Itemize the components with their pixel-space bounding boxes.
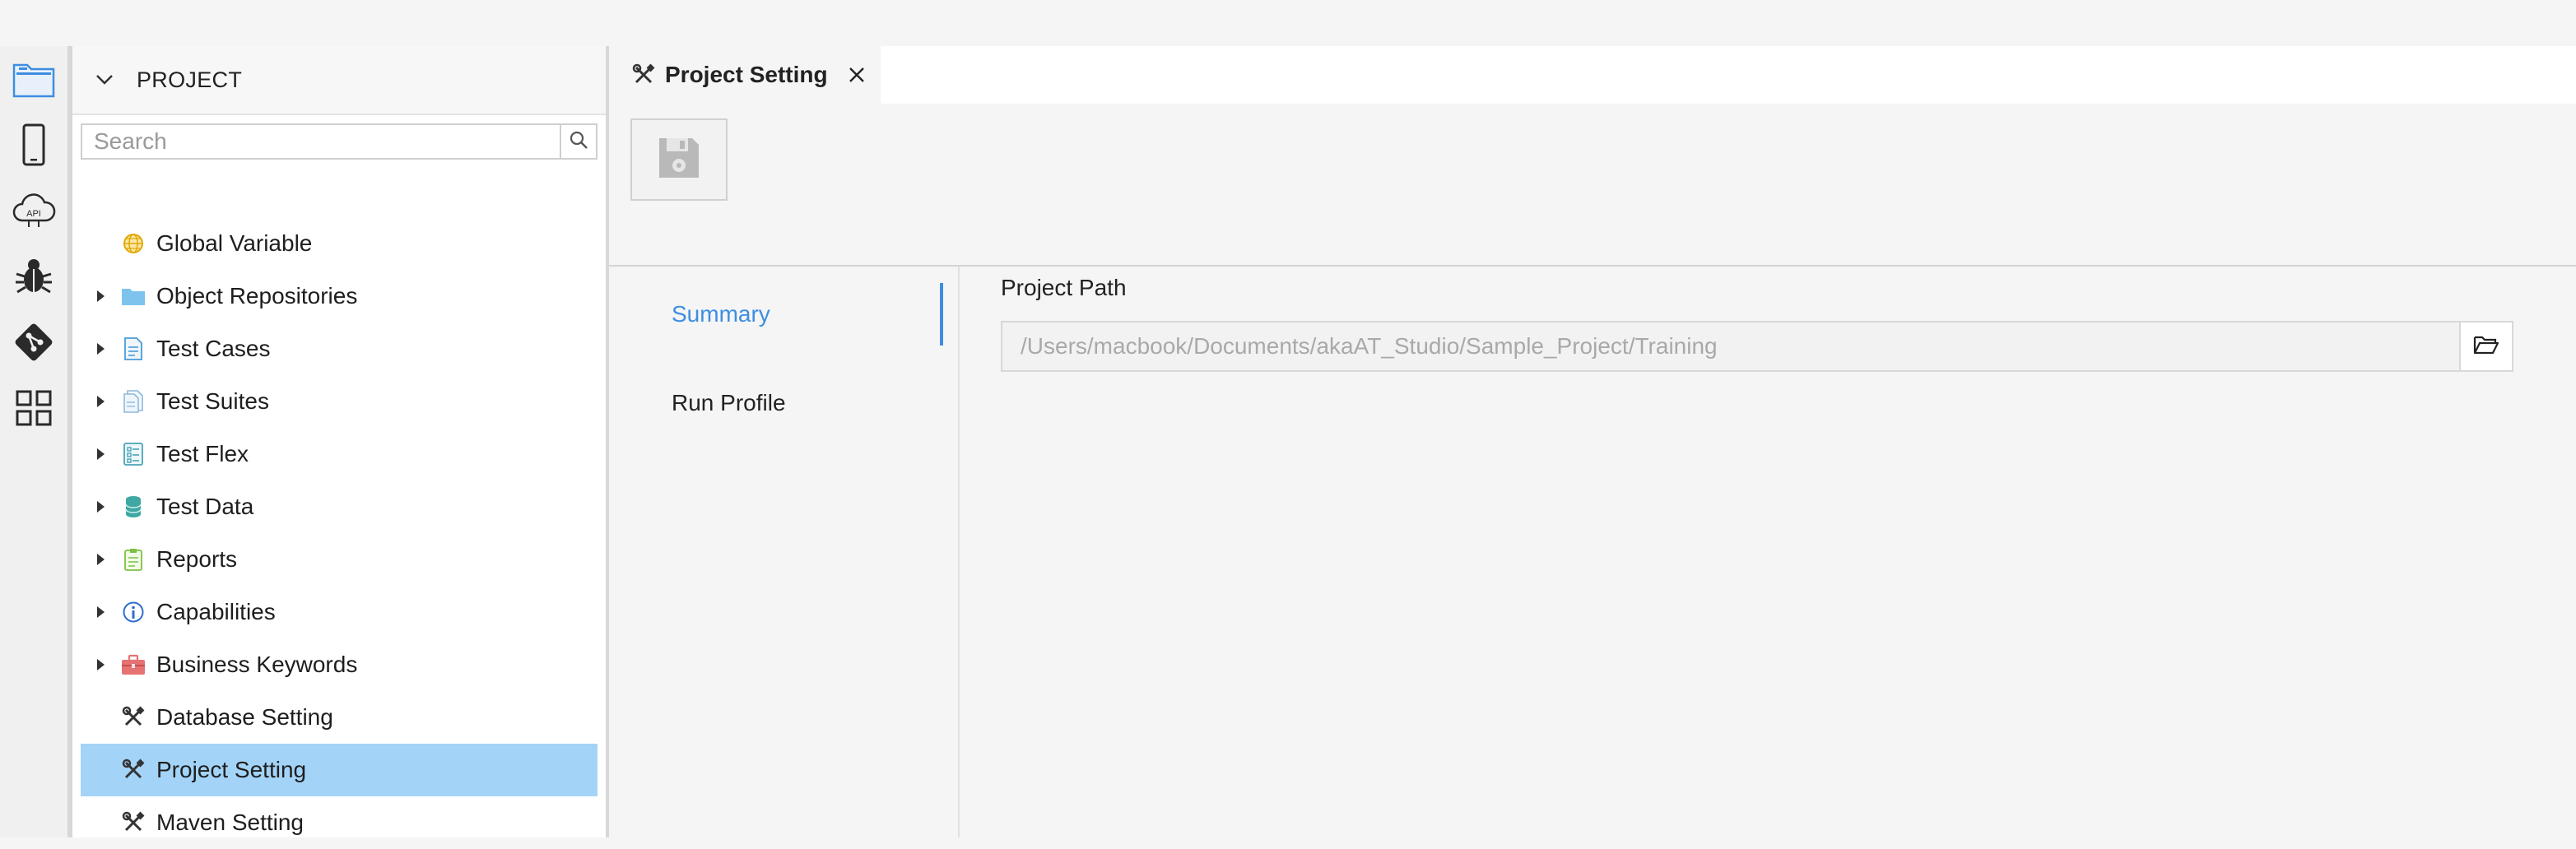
tree-item-label: Database Setting (156, 704, 333, 730)
tree-item-label: Test Cases (156, 336, 271, 361)
tools-icon (120, 757, 146, 783)
tree-item-test-cases[interactable]: Test Cases (81, 322, 598, 375)
explorer-header[interactable]: PROJECT (72, 46, 607, 115)
clipboard-icon (120, 546, 146, 573)
tree-item-label: Object Repositories (156, 283, 358, 309)
floppy-disk-icon (657, 136, 701, 184)
browse-folder-button[interactable] (2459, 321, 2513, 372)
caret-right-icon[interactable] (89, 285, 112, 308)
bug-icon[interactable] (0, 244, 67, 309)
tree-item-label: Capabilities (156, 599, 276, 624)
caret-right-icon[interactable] (89, 601, 112, 624)
checklist-icon (120, 441, 146, 467)
caret-right-icon[interactable] (89, 495, 112, 518)
window-top-strip (0, 0, 2576, 46)
explorer-search (81, 123, 598, 160)
tree-item-label: Maven Setting (156, 810, 304, 835)
tree-item-reports[interactable]: Reports (81, 533, 598, 586)
close-icon[interactable] (844, 63, 869, 87)
search-icon (569, 130, 588, 154)
save-button[interactable] (630, 118, 728, 201)
tree-item-maven-setting[interactable]: Maven Setting (81, 796, 598, 849)
tree-item-project-setting[interactable]: Project Setting (81, 744, 598, 796)
tree-item-test-data[interactable]: Test Data (81, 480, 598, 533)
caret-right-icon[interactable] (89, 443, 112, 466)
briefcase-icon (120, 652, 146, 678)
tree-item-global-variable[interactable]: Global Variable (81, 217, 598, 270)
grid-apps-icon[interactable] (0, 375, 67, 441)
tools-icon (120, 810, 146, 836)
caret-right-icon[interactable] (89, 390, 112, 413)
editor-area: Project Setting Summary Run Profile Proj… (609, 46, 2576, 837)
caret-right-icon[interactable] (89, 653, 112, 676)
search-input[interactable] (81, 123, 560, 160)
info-icon (120, 599, 146, 625)
tree-item-label: Test Flex (156, 441, 249, 466)
tree-item-label: Test Suites (156, 388, 269, 414)
document-icon (120, 336, 146, 362)
nav-item-run-profile[interactable]: Run Profile (672, 390, 786, 416)
tree-item-label: Project Setting (156, 757, 307, 782)
tab-project-setting[interactable]: Project Setting (609, 46, 881, 104)
nav-item-summary[interactable]: Summary (672, 301, 770, 327)
settings-nav: Summary Run Profile (609, 267, 963, 837)
tree-item-label: Reports (156, 546, 238, 572)
search-button[interactable] (560, 123, 598, 160)
caret-right-icon[interactable] (89, 548, 112, 571)
git-icon[interactable] (0, 309, 67, 375)
tools-icon (120, 704, 146, 731)
tree-item-database-setting[interactable]: Database Setting (81, 691, 598, 744)
api-label: API (26, 209, 41, 219)
explorer-title: PROJECT (137, 67, 243, 92)
tab-label: Project Setting (665, 62, 828, 87)
folder-open-icon (2473, 334, 2499, 360)
tree-item-business-keywords[interactable]: Business Keywords (81, 638, 598, 691)
nav-content-divider (958, 267, 960, 837)
api-cloud-icon[interactable]: API (0, 178, 67, 244)
tree-item-capabilities[interactable]: Capabilities (81, 586, 598, 638)
project-path-label: Project Path (1001, 275, 1127, 300)
tree-item-test-suites[interactable]: Test Suites (81, 375, 598, 428)
editor-toolbar (609, 104, 2576, 267)
tools-icon (630, 62, 657, 88)
tree-item-label: Business Keywords (156, 652, 358, 677)
mobile-device-icon[interactable] (0, 112, 67, 178)
project-path-field[interactable]: /Users/macbook/Documents/akaAT_Studio/Sa… (1001, 321, 2461, 372)
tree-item-label: Global Variable (156, 230, 313, 256)
documents-icon (120, 388, 146, 415)
folder-icon (120, 283, 146, 309)
project-explorer-panel: PROJECT Global Variable Object Repositor… (71, 46, 607, 837)
active-nav-indicator (940, 283, 943, 346)
tree-item-label: Test Data (156, 494, 254, 519)
editor-tab-bar: Project Setting (609, 46, 2576, 104)
globe-icon (120, 230, 146, 257)
project-explorer-icon[interactable] (0, 46, 67, 112)
tree-item-object-repositories[interactable]: Object Repositories (81, 270, 598, 322)
tree-item-test-flex[interactable]: Test Flex (81, 428, 598, 480)
chevron-down-icon[interactable] (91, 66, 119, 94)
database-icon (120, 494, 146, 520)
activity-bar: API (0, 46, 67, 837)
caret-right-icon[interactable] (89, 337, 112, 360)
